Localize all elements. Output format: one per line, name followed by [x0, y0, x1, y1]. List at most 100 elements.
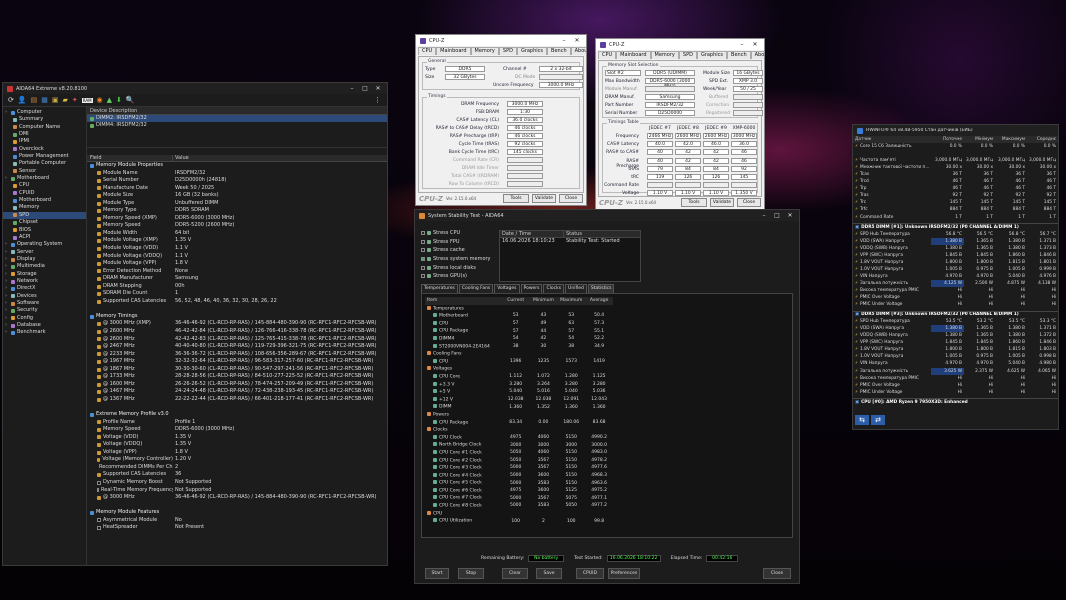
sensor-row[interactable]: ⚡ PMIC Over Voltage Ні Ні Ні Ні	[853, 294, 1058, 301]
detail-row[interactable]: Module Voltage (XMP) 1.35 V	[87, 237, 387, 245]
download-icon[interactable]: ⬇	[116, 96, 122, 104]
close-button[interactable]: Close	[737, 198, 761, 207]
expand-icon[interactable]: ›	[5, 278, 9, 285]
detail-row[interactable]: @ 3000 MHz 36-46-46-92 (CL-RCD-RP-RAS) / …	[87, 494, 387, 502]
sensor-row[interactable]: ⚡ Core 15 C6 Залишність 0.0 % 0.0 % 0.0 % 0.0…	[853, 143, 1058, 150]
sst-close-button[interactable]: Close	[763, 568, 791, 579]
stress-option[interactable]: Stress cache	[421, 246, 497, 255]
tree-item[interactable]: Portable Computer	[3, 160, 86, 167]
detail-row[interactable]: Module Voltage (VDD) 1.1 V	[87, 245, 387, 253]
tab-memory[interactable]: Memory	[650, 51, 679, 59]
tab-graphics[interactable]: Graphics	[516, 47, 548, 55]
detail-row[interactable]: @ 2467 MHz 40-40-40-80 (CL-RCD-RP-RAS) / …	[87, 343, 387, 351]
device-item[interactable]: DIMM2: IRSDFM2/32	[87, 115, 387, 122]
detail-row[interactable]: @ 2600 MHz 42-42-42-83 (CL-RCD-RP-RAS) / …	[87, 336, 387, 344]
tree-item[interactable]: IPMI	[3, 138, 86, 145]
expand-icon[interactable]: ›	[5, 329, 9, 336]
expand-icon[interactable]: ›	[5, 109, 9, 116]
sensor-row[interactable]: ⚡ 1.8V VOUT Напруга 1.800 В 1.800 В 1.815 В1…	[853, 346, 1058, 353]
report-icon[interactable]: ▦	[41, 96, 48, 104]
sensor-row[interactable]: ⚡ Trc 145 T 145 T 145 T 145 T	[853, 199, 1058, 206]
sensor-row[interactable]: ⚡ Tcas 36 T 36 T 36 T 36 T	[853, 171, 1058, 178]
sensor-row[interactable]: ⚡ 1.8V VOUT Напруга 1.800 В 1.800 В 1.815 В1…	[853, 259, 1058, 266]
sensor-row[interactable]: ⚡ Trfc 884 T 884 T 884 T 884 T	[853, 206, 1058, 213]
tab-about[interactable]: About	[750, 51, 764, 59]
tree-item[interactable]: Memory	[3, 204, 86, 211]
tree-item[interactable]: › Security	[3, 307, 86, 314]
tree-item[interactable]: Sensor	[3, 168, 86, 175]
expand-icon[interactable]: ›	[5, 315, 9, 322]
detail-row[interactable]: Manufacture Date Week 50 / 2025	[87, 185, 387, 193]
stress-option[interactable]: Stress FPU	[421, 238, 497, 247]
statistics-row[interactable]: DIMM4 54 42 54 52.2	[425, 335, 613, 343]
statistics-row[interactable]: CPU Core #3 Clock 5000 3567 5150 4977.6	[425, 464, 613, 472]
preferences-button[interactable]: Preferences	[608, 568, 640, 579]
statistics-row[interactable]: CPU Core #8 Clock 5000 3583 5050 4977.2	[425, 502, 613, 510]
tab-cpu[interactable]: CPU	[418, 47, 437, 55]
expand-icon[interactable]: ›	[5, 293, 9, 300]
statistics-row[interactable]: CPU Core #4 Clock 5000 3600 5150 4968.3	[425, 472, 613, 480]
tree-item[interactable]: CPUID	[3, 190, 86, 197]
detail-row[interactable]: @ 2600 MHz 46-42-42-84 (CL-RCD-RP-RAS) / …	[87, 328, 387, 336]
detail-row[interactable]: DRAM Manufacturer Samsung	[87, 275, 387, 283]
tab-graphics[interactable]: Graphics	[696, 51, 728, 59]
statistics-group[interactable]: Powers	[425, 411, 613, 419]
sensor-group-header[interactable]: ▣ CPU [#0]: AMD Ryzen 9 7950X3D: Enhanced	[853, 398, 1058, 406]
tree-item[interactable]: › Devices	[3, 293, 86, 300]
detail-row[interactable]: Module Size 16 GB (32 banks)	[87, 192, 387, 200]
tab-spd[interactable]: SPD	[498, 47, 517, 55]
tab-bench[interactable]: Bench	[727, 51, 751, 59]
sensor-row[interactable]: ⚡ Частота пам'яті 3,000.0 МГц 3,000.0 МГц 3,…	[853, 157, 1058, 164]
validate-button[interactable]: Validate	[710, 198, 734, 207]
column-header[interactable]: Поточне	[931, 136, 964, 143]
navigate-right-icon[interactable]: ⇄	[871, 415, 885, 425]
column-header[interactable]: Датчик	[853, 136, 931, 143]
chart-icon[interactable]: ▤	[31, 96, 38, 104]
statistics-row[interactable]: CPU Core #7 Clock 5000 3567 5075 4977.1	[425, 494, 613, 502]
detail-row[interactable]: Real-Time Memory Frequency... Not Support…	[87, 487, 387, 495]
statistics-group[interactable]: Cooling Fans	[425, 350, 613, 358]
column-header[interactable]: Average	[585, 297, 613, 305]
column-header[interactable]: Current	[502, 297, 530, 305]
clear-button[interactable]: Clear	[502, 568, 528, 579]
statistics-row[interactable]: +3.3 V 3.280 3.264 3.280 3.280	[425, 381, 613, 389]
sensor-row[interactable]: ⚡ Висока температура PMIC Ні Ні Ні Ні	[853, 375, 1058, 382]
detail-row[interactable]: @ 1867 MHz 30-30-30-60 (CL-RCD-RP-RAS) / …	[87, 366, 387, 374]
sensor-row[interactable]: ⚡ VPP (SWC) Напруга 1.845 В 1.845 В 1.860 В1…	[853, 339, 1058, 346]
section-header[interactable]: Memory Module Features	[87, 509, 387, 517]
detail-row[interactable]: Dynamic Memory Boost Not Supported	[87, 479, 387, 487]
maximize-icon[interactable]: □	[772, 212, 782, 219]
sensor-row[interactable]: ⚡ VDD (SWA) Напруга 1.380 В 1.365 В 1.380 В1…	[853, 237, 1058, 245]
validate-button[interactable]: Validate	[532, 194, 556, 203]
column-header[interactable]: Maximum	[557, 297, 585, 305]
tab-mainboard[interactable]: Mainboard	[616, 51, 651, 59]
detail-row[interactable]: @ 3000 MHz (XMP) 36-46-46-92 (CL-RCD-RP-R…	[87, 320, 387, 328]
refresh-icon[interactable]: ⟳	[8, 96, 14, 104]
maximize-icon[interactable]: □	[360, 85, 370, 92]
sensor-row[interactable]: ⚡ PMIC Under Voltage Ні Ні Ні Ні	[853, 389, 1058, 396]
tree-item[interactable]: › Multimedia	[3, 263, 86, 270]
detail-row[interactable]: Profile Name Profile 1	[87, 419, 387, 427]
statistics-row[interactable]: +5 V 5.040 5.016 5.040 5.036	[425, 388, 613, 396]
detail-row[interactable]: Recommended DIMMs Per Ch... 2	[87, 464, 387, 472]
stress-checkbox[interactable]	[421, 239, 425, 244]
sensor-row[interactable]: ⚡ VDDQ (SWB) Напруга 1.380 В 1.365 В 1.380 В…	[853, 245, 1058, 252]
expand-icon[interactable]: ›	[5, 307, 9, 314]
sensor-row[interactable]: ⚡ 1.0V VOUT Напруга 1.005 В 0.975 В 1.005 В0…	[853, 266, 1058, 273]
tree-item[interactable]: ACPI	[3, 234, 86, 241]
tab-memory[interactable]: Memory	[470, 47, 499, 55]
tree-item[interactable]: › Computer	[3, 109, 86, 116]
statistics-row[interactable]: CPU 1396 1235 1573 1419	[425, 358, 613, 366]
minimize-icon[interactable]: –	[559, 37, 569, 44]
tree-item[interactable]: › Storage	[3, 271, 86, 278]
more-icon[interactable]: ⋮	[374, 96, 387, 104]
sensor-row[interactable]: ⚡ PMIC Over Voltage Ні Ні Ні Ні	[853, 382, 1058, 389]
tree-item[interactable]: CPU	[3, 182, 86, 189]
detail-row[interactable]: Memory Speed DDR5-6000 (3000 MHz)	[87, 426, 387, 434]
search-icon[interactable]: 🔍	[126, 96, 135, 104]
minimize-icon[interactable]: –	[759, 212, 769, 219]
sensor-row[interactable]: ⚡ Висока температура PMIC Ні Ні Ні Ні	[853, 287, 1058, 294]
section-header[interactable]: Extreme Memory Profile v3.0	[87, 411, 387, 419]
tree-item[interactable]: › Config	[3, 315, 86, 322]
sensor-group-header[interactable]: ▣ DDR5 DIMM [#1]: Unknown IRSDFM2/32 (P0 …	[853, 223, 1058, 231]
